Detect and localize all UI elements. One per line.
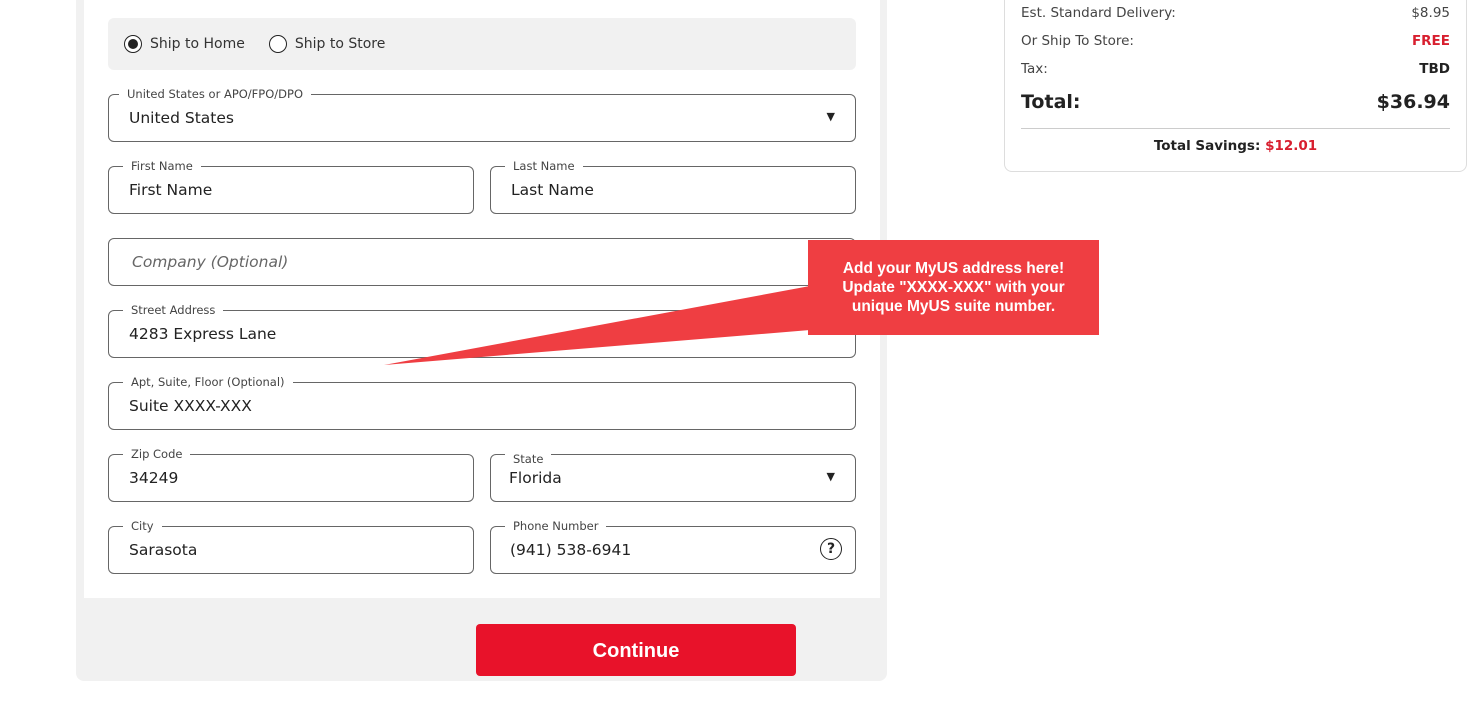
total-label: Total: <box>1021 91 1081 113</box>
tax-label: Tax: <box>1021 61 1048 77</box>
city-label: City <box>123 518 162 534</box>
last-name-placeholder: Last Name <box>511 181 594 199</box>
ship-to-store-summary-label: Or Ship To Store: <box>1021 33 1134 49</box>
first-name-placeholder: First Name <box>129 181 213 199</box>
delivery-label: Est. Standard Delivery: <box>1021 5 1176 21</box>
radio-unselected-icon <box>268 35 287 53</box>
phone-number-input[interactable]: Phone Number (941) 538-6941 ? <box>490 518 856 574</box>
apt-suite-label: Apt, Suite, Floor (Optional) <box>123 374 293 390</box>
apt-suite-value: Suite XXXX-XXX <box>129 397 252 415</box>
phone-number-label: Phone Number <box>505 518 607 534</box>
first-name-input[interactable]: First Name First Name <box>108 158 474 214</box>
ship-to-store-radio[interactable]: Ship to Store <box>268 35 386 53</box>
first-name-label: First Name <box>123 158 201 174</box>
country-label: United States or APO/FPO/DPO <box>119 86 311 102</box>
street-address-value: 4283 Express Lane <box>129 325 277 343</box>
ship-to-home-label: Ship to Home <box>150 36 245 52</box>
address-form: Ship to Home Ship to Store United States… <box>84 0 880 598</box>
last-name-input[interactable]: Last Name Last Name <box>490 158 856 214</box>
last-name-label: Last Name <box>505 158 583 174</box>
summary-divider <box>1021 128 1450 129</box>
myus-address-callout: Add your MyUS address here! Update "XXXX… <box>808 240 1099 335</box>
ship-to-store-row: Or Ship To Store: FREE <box>1021 33 1450 49</box>
delivery-value: $8.95 <box>1411 5 1450 21</box>
help-icon[interactable]: ? <box>820 538 842 560</box>
total-value: $36.94 <box>1376 91 1450 113</box>
apt-suite-input[interactable]: Apt, Suite, Floor (Optional) Suite XXXX-… <box>108 374 856 430</box>
order-summary: Est. Standard Delivery: $8.95 Or Ship To… <box>1004 0 1467 172</box>
country-select[interactable]: United States or APO/FPO/DPO United Stat… <box>108 86 856 142</box>
savings-label: Total Savings: <box>1153 138 1261 154</box>
callout-line-2: Update "XXXX-XXX" with your <box>842 279 1065 296</box>
shipping-form-panel: Ship to Home Ship to Store United States… <box>76 0 887 681</box>
company-input[interactable]: Company (Optional) <box>108 238 856 286</box>
street-address-label: Street Address <box>123 302 224 318</box>
country-value: United States <box>129 109 234 127</box>
ship-to-store-label: Ship to Store <box>294 36 386 52</box>
ship-to-store-value: FREE <box>1411 33 1450 49</box>
state-value: Florida <box>509 469 562 487</box>
street-address-input[interactable]: Street Address 4283 Express Lane <box>108 302 856 358</box>
total-row: Total: $36.94 <box>1021 91 1450 113</box>
zip-code-value: 34249 <box>129 469 179 487</box>
total-savings: Total Savings: $12.01 <box>1005 138 1466 154</box>
ship-to-home-radio[interactable]: Ship to Home <box>124 35 245 53</box>
callout-line-1: Add your MyUS address here! <box>842 260 1065 277</box>
chevron-down-icon: ▼ <box>826 110 835 123</box>
city-input[interactable]: City Sarasota <box>108 518 474 574</box>
company-placeholder: Company (Optional) <box>132 253 289 271</box>
phone-number-value: (941) 538-6941 <box>510 541 632 559</box>
radio-selected-icon <box>124 35 142 53</box>
tax-value: TBD <box>1419 61 1450 77</box>
delivery-row: Est. Standard Delivery: $8.95 <box>1021 5 1450 21</box>
zip-code-label: Zip Code <box>123 446 191 462</box>
state-select[interactable]: State Florida ▼ <box>490 451 856 502</box>
chevron-down-icon: ▼ <box>826 470 835 483</box>
zip-code-input[interactable]: Zip Code 34249 <box>108 446 474 502</box>
state-label: State <box>505 451 552 467</box>
tax-row: Tax: TBD <box>1021 61 1450 77</box>
city-value: Sarasota <box>129 541 198 559</box>
shipping-method-selector: Ship to Home Ship to Store <box>108 18 856 70</box>
continue-button[interactable]: Continue <box>476 624 796 676</box>
callout-line-3: unique MyUS suite number. <box>851 298 1056 315</box>
savings-value: $12.01 <box>1265 138 1318 154</box>
